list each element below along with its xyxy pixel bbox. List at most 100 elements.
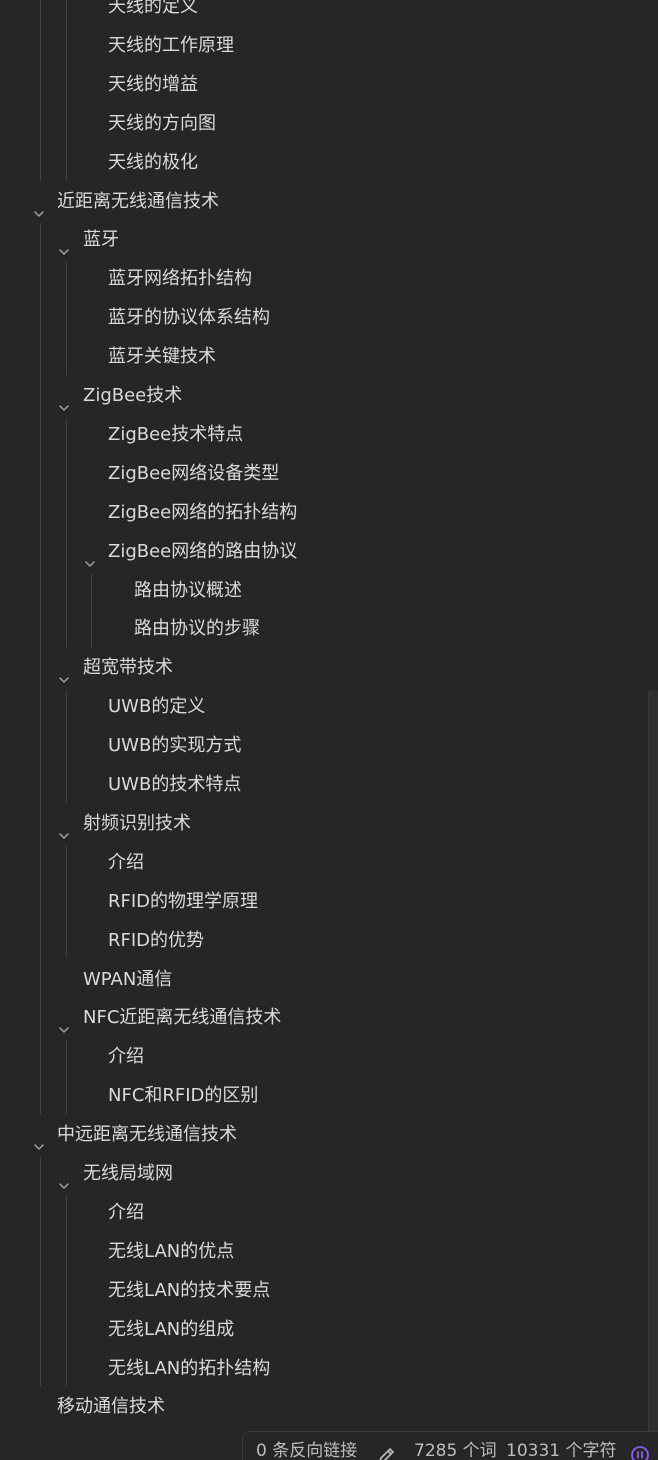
outline-item-RFID的优势[interactable]: RFID的优势 xyxy=(0,922,646,960)
outline-item-label: 无线局域网 xyxy=(83,1163,173,1184)
outline-item-label: ZigBee技术特点 xyxy=(108,423,244,445)
outline-item-label: 天线的极化 xyxy=(108,151,198,173)
outline-item-label: ZigBee网络的拓扑结构 xyxy=(108,501,298,523)
outline-item-ZigBee网络的路由协议[interactable]: ZigBee网络的路由协议 xyxy=(0,533,646,571)
outline-item-label: 介绍 xyxy=(108,1046,144,1068)
outline-item-label: UWB的技术特点 xyxy=(108,774,242,795)
outline-item-label: 蓝牙 xyxy=(83,229,119,251)
outline-item-路由协议概述[interactable]: 路由协议概述 xyxy=(0,572,646,610)
indent-guide xyxy=(66,845,67,959)
outline-item-蓝牙网络拓扑结构[interactable]: 蓝牙网络拓扑结构 xyxy=(0,260,646,298)
outline-item-NFC近距离无线通信技术[interactable]: NFC近距离无线通信技术 xyxy=(0,999,646,1037)
outline-item-label: NFC和RFID的区别 xyxy=(108,1085,259,1107)
outline-item-无线LAN的拓扑结构[interactable]: 无线LAN的拓扑结构 xyxy=(0,1350,646,1388)
outline-item-路由协议的步骤[interactable]: 路由协议的步骤 xyxy=(0,610,646,648)
char-count: 10331 个字符 xyxy=(506,1441,617,1460)
outline-item-label: 天线的定义 xyxy=(108,0,198,17)
backlinks-count[interactable]: 0 条反向链接 xyxy=(256,1432,357,1460)
chevron-down-icon[interactable] xyxy=(58,234,70,256)
outline-item-label: WPAN通信 xyxy=(83,968,173,990)
outline-item-天线的工作原理[interactable]: 天线的工作原理 xyxy=(0,27,646,65)
outline-item-label: 中远距离无线通信技术 xyxy=(57,1124,237,1146)
chevron-down-icon[interactable] xyxy=(58,390,70,411)
outline-item-无线LAN的优点[interactable]: 无线LAN的优点 xyxy=(0,1233,646,1271)
outline-item-NFC和RFID的区别[interactable]: NFC和RFID的区别 xyxy=(0,1077,646,1115)
outline-item-无线局域网[interactable]: 无线局域网 xyxy=(0,1155,646,1193)
outline-item-ZigBee网络设备类型[interactable]: ZigBee网络设备类型 xyxy=(0,455,646,493)
outline-item-中远距离无线通信技术[interactable]: 中远距离无线通信技术 xyxy=(0,1116,646,1154)
outline-item-无线LAN的技术要点[interactable]: 无线LAN的技术要点 xyxy=(0,1272,646,1310)
outline-item-label: 近距离无线通信技术 xyxy=(57,190,219,212)
outline-item-label: 天线的增益 xyxy=(108,73,198,95)
outline-item-射频识别技术[interactable]: 射频识别技术 xyxy=(0,805,646,843)
indent-guide xyxy=(66,1195,67,1387)
outline-item-蓝牙的协议体系结构[interactable]: 蓝牙的协议体系结构 xyxy=(0,299,646,337)
outline-item-label: 蓝牙网络拓扑结构 xyxy=(108,268,252,290)
outline-item-UWB的技术特点[interactable]: UWB的技术特点 xyxy=(0,766,646,804)
chevron-down-icon[interactable] xyxy=(58,1012,70,1034)
outline-item-移动通信技术[interactable]: 移动通信技术 xyxy=(0,1388,646,1426)
outline-item-天线的定义[interactable]: 天线的定义 xyxy=(0,0,646,26)
outline-item-label: UWB的实现方式 xyxy=(108,735,242,757)
outline-item-label: ZigBee网络设备类型 xyxy=(108,462,280,484)
outline-item-label: RFID的物理学原理 xyxy=(108,890,259,912)
outline-item-介绍[interactable]: 介绍 xyxy=(0,1038,646,1076)
outline-item-label: 蓝牙的协议体系结构 xyxy=(108,307,270,329)
outline-item-ZigBee技术特点[interactable]: ZigBee技术特点 xyxy=(0,416,646,454)
outline-item-ZigBee网络的拓扑结构[interactable]: ZigBee网络的拓扑结构 xyxy=(0,494,646,532)
outline-item-超宽带技术[interactable]: 超宽带技术 xyxy=(0,649,646,687)
outline-item-label: 天线的工作原理 xyxy=(108,34,234,56)
indent-guide xyxy=(40,0,41,181)
indent-guide xyxy=(66,417,67,648)
indent-guide xyxy=(40,1157,41,1387)
outline-item-label: 蓝牙关键技术 xyxy=(108,346,216,368)
outline-item-介绍[interactable]: 介绍 xyxy=(0,844,646,882)
outline-item-无线LAN的组成[interactable]: 无线LAN的组成 xyxy=(0,1311,646,1349)
outline-item-label: UWB的定义 xyxy=(108,696,206,718)
outline-item-label: 移动通信技术 xyxy=(57,1396,165,1418)
outline-item-UWB的实现方式[interactable]: UWB的实现方式 xyxy=(0,727,646,765)
chevron-down-icon[interactable] xyxy=(58,818,70,839)
outline-item-蓝牙关键技术[interactable]: 蓝牙关键技术 xyxy=(0,338,646,376)
chevron-down-icon[interactable] xyxy=(58,662,70,684)
outline-item-蓝牙[interactable]: 蓝牙 xyxy=(0,221,646,259)
vertical-scrollbar[interactable] xyxy=(648,690,658,1450)
indent-guide xyxy=(66,0,67,181)
outline-item-UWB的定义[interactable]: UWB的定义 xyxy=(0,688,646,726)
outline-item-WPAN通信[interactable]: WPAN通信 xyxy=(0,961,646,999)
sync-icon[interactable] xyxy=(630,1441,650,1460)
indent-guide xyxy=(66,690,67,803)
outline-item-label: 天线的方向图 xyxy=(108,112,216,134)
indent-guide xyxy=(40,223,41,1115)
chevron-down-icon[interactable] xyxy=(33,1129,45,1150)
outline-item-天线的增益[interactable]: 天线的增益 xyxy=(0,66,646,104)
indent-guide xyxy=(66,262,67,375)
outline-item-label: 路由协议的步骤 xyxy=(134,618,260,640)
pencil-icon[interactable] xyxy=(377,1441,397,1460)
outline-item-天线的方向图[interactable]: 天线的方向图 xyxy=(0,105,646,143)
outline-item-label: 路由协议概述 xyxy=(134,579,242,601)
outline-item-label: 无线LAN的技术要点 xyxy=(108,1279,271,1301)
outline-item-label: 射频识别技术 xyxy=(83,812,191,834)
chevron-down-icon[interactable] xyxy=(58,1168,70,1189)
outline-item-ZigBee技术[interactable]: ZigBee技术 xyxy=(0,377,646,415)
outline-item-近距离无线通信技术[interactable]: 近距离无线通信技术 xyxy=(0,183,646,221)
outline-item-label: NFC近距离无线通信技术 xyxy=(83,1007,282,1029)
outline-item-label: ZigBee技术 xyxy=(83,385,183,406)
chevron-down-icon[interactable] xyxy=(33,196,45,217)
indent-guide xyxy=(91,573,92,648)
outline-item-天线的极化[interactable]: 天线的极化 xyxy=(0,144,646,182)
outline-item-label: 无线LAN的拓扑结构 xyxy=(108,1357,271,1379)
status-bar: 0 条反向链接 7285 个词 10331 个字符 xyxy=(242,1431,658,1460)
outline-item-介绍[interactable]: 介绍 xyxy=(0,1194,646,1232)
outline-item-label: ZigBee网络的路由协议 xyxy=(108,540,298,562)
word-count: 7285 个词 xyxy=(414,1441,497,1460)
outline-item-label: 超宽带技术 xyxy=(83,657,173,679)
outline-item-label: RFID的优势 xyxy=(108,929,205,951)
outline-item-label: 无线LAN的组成 xyxy=(108,1318,235,1340)
outline-item-RFID的物理学原理[interactable]: RFID的物理学原理 xyxy=(0,883,646,921)
outline-tree: 天线的定义天线的工作原理 天线的增益天线的方向图 天线的极化近距离无线通信技术蓝牙蓝… xyxy=(0,0,646,1460)
chevron-down-icon[interactable] xyxy=(84,546,96,567)
outline-item-label: 介绍 xyxy=(108,851,144,873)
outline-item-label: 无线LAN的优点 xyxy=(108,1240,235,1262)
